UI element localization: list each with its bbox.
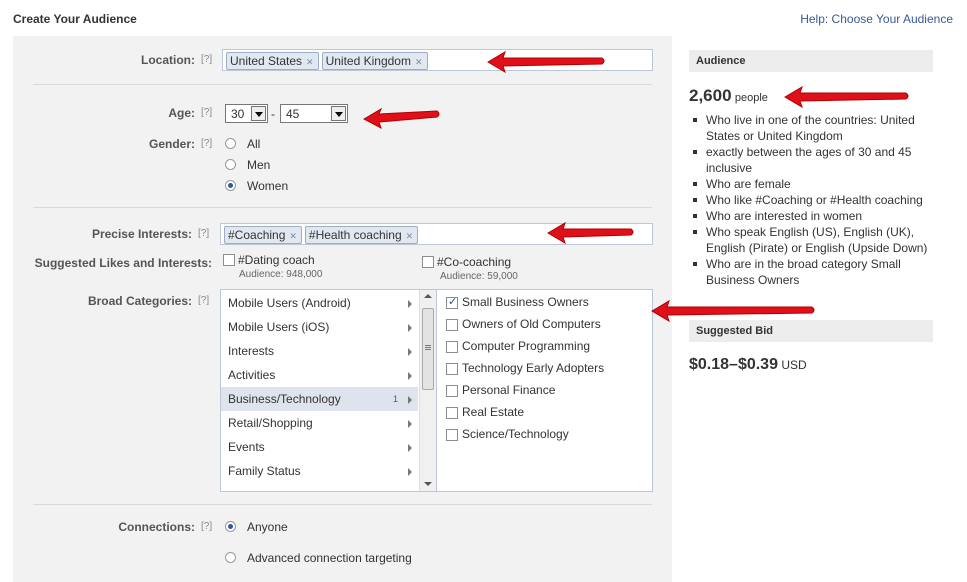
red-arrow-icon: [784, 85, 909, 109]
annotation-overlay: [362, 50, 909, 323]
red-arrow-icon: [362, 107, 440, 130]
red-arrow-icon: [547, 221, 634, 245]
red-arrow-icon: [651, 299, 815, 323]
red-arrow-icon: [487, 50, 605, 74]
